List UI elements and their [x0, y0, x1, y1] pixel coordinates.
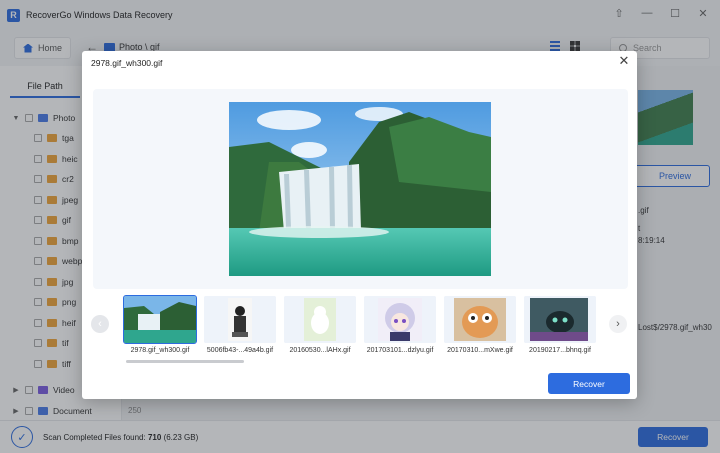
thumb-owl-image: [444, 296, 516, 343]
thumb-waterfall-image: [124, 296, 196, 343]
thumbnail-owl[interactable]: [444, 296, 516, 343]
thumbnail-cartoon[interactable]: [284, 296, 356, 343]
thumbnail-strip: ‹ 2978.gif_wh300.gif 5006fb43-...49a4b.g…: [91, 294, 628, 364]
thumbnail-scrollbar[interactable]: [126, 360, 244, 363]
thumbnail-label: 2978.gif_wh300.gif: [130, 347, 190, 354]
thumb-cartoon-image: [284, 296, 356, 343]
thumb-person-image: [204, 296, 276, 343]
thumb-cat-image: [524, 296, 596, 343]
thumb-anime-image: [364, 296, 436, 343]
waterfall-image: [229, 102, 491, 276]
thumbnail-label: 5006fb43-...49a4b.gif: [206, 347, 274, 354]
thumbnail-label: 20190217...bhnq.gif: [529, 347, 591, 354]
preview-dialog: 2978.gif_wh300.gif ✕ ‹ 2978.gif_wh300.gi…: [82, 51, 637, 399]
preview-area: [93, 89, 628, 289]
preview-image: [229, 102, 491, 276]
thumbnail-anime[interactable]: [364, 296, 436, 343]
thumbnail-person[interactable]: [204, 296, 276, 343]
close-icon[interactable]: ✕: [617, 54, 631, 68]
thumbnail-waterfall[interactable]: [123, 295, 197, 344]
prev-arrow-icon[interactable]: ‹: [91, 315, 109, 333]
thumbnail-label: 20170310...mXwe.gif: [447, 347, 513, 354]
thumbnail-label: 201703101...dzlyu.gif: [366, 347, 434, 354]
recover-button[interactable]: Recover: [548, 373, 630, 394]
next-arrow-icon[interactable]: ›: [609, 315, 627, 333]
thumbnail-cat[interactable]: [524, 296, 596, 343]
thumbnail-label: 20160530...lAHx.gif: [289, 347, 351, 354]
dialog-title: 2978.gif_wh300.gif: [91, 58, 163, 68]
